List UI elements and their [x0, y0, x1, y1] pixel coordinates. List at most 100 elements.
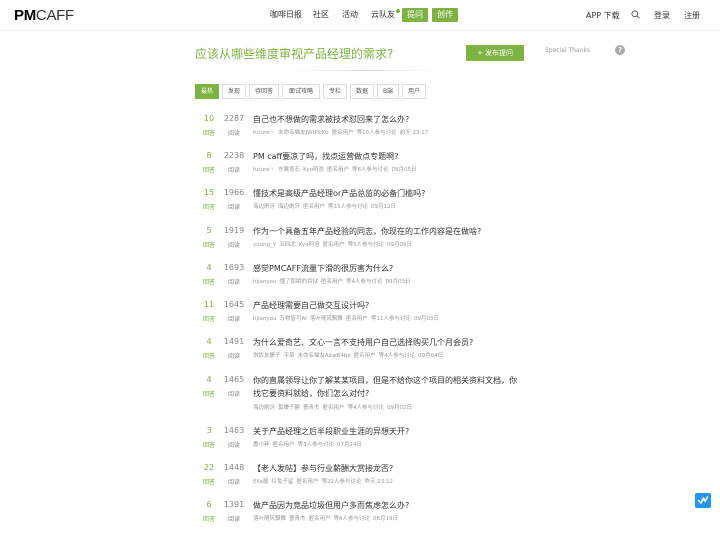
- question-title[interactable]: 感觉PMCAFF流量下滑的很厉害为什么?: [253, 262, 523, 275]
- question-meta: Ella酱 红兔子鲨 匿名用户 等22人参与讨论 昨天 23:12: [253, 477, 396, 485]
- answer-count-label: 回答: [202, 279, 215, 286]
- tab-discover[interactable]: 发现: [222, 84, 246, 99]
- view-count: 1966: [223, 188, 245, 197]
- meta-item: Kyo阿浩: [303, 167, 324, 173]
- meta-item: 未命名猫友JWtPkXb: [278, 130, 329, 136]
- view-count-label: 阅读: [227, 279, 240, 286]
- meta-item: 匿名用户: [331, 130, 354, 136]
- meta-item: 落叶随风飘舞: [309, 316, 343, 322]
- question-title[interactable]: 你的直属领导让你了解某某项目，但是不给你这个项目的相关资料文档，你找它要资料就给…: [253, 374, 523, 400]
- answer-count: 10: [203, 114, 215, 123]
- meta-item: 曹青杰: [303, 405, 320, 411]
- nav-events[interactable]: 活动: [342, 9, 358, 20]
- meta-item: 匿名用户: [353, 353, 376, 359]
- app-download-link[interactable]: APP 下载: [586, 10, 620, 21]
- view-count-label: 阅读: [227, 516, 240, 523]
- view-count-label: 阅读: [227, 130, 240, 137]
- meta-item: 等5人参与讨论: [347, 242, 385, 248]
- meta-item: 海边刷牙: [253, 204, 276, 210]
- answer-count-label: 回答: [202, 130, 215, 137]
- meta-item: 海边刷牙: [278, 204, 301, 210]
- tab-hot[interactable]: 最热: [195, 84, 219, 99]
- meta-item: 09月04日: [418, 353, 444, 359]
- nav-cloud-teammate-label: 云队友: [371, 10, 395, 19]
- answer-count: 4: [206, 337, 212, 346]
- ask-button[interactable]: 提问: [402, 8, 428, 22]
- nav-community[interactable]: 社区: [313, 9, 329, 20]
- meta-item: 等22人参与讨论: [321, 479, 362, 485]
- question-meta: 落叶随风飘舞 曹青杰 匿名用户 等6人参与讨论 08月19日: [253, 514, 401, 522]
- answer-count: 3: [206, 426, 212, 435]
- question-title[interactable]: 产品经理需要自己做交互设计吗?: [253, 299, 523, 312]
- meta-item: 07月24日: [337, 442, 363, 448]
- meta-item: 等8人参与讨论: [351, 167, 389, 173]
- question-title[interactable]: 做产品因为竞品垃圾但用户多而焦虑怎么办?: [253, 499, 523, 512]
- tab-b-side[interactable]: B端: [377, 84, 399, 99]
- meta-item: 匿名用户: [321, 279, 344, 285]
- register-link[interactable]: 注册: [684, 10, 700, 21]
- meta-item: 莫嫌子嗣: [278, 405, 301, 411]
- post-question-button[interactable]: + 发布提问: [466, 45, 524, 61]
- question-meta: 寡小莽 匿名用户 等3人参与讨论 07月24日: [253, 440, 365, 448]
- nav-coffee-daily[interactable]: 咖啡日报: [270, 9, 302, 20]
- title-divider: [290, 70, 440, 71]
- meta-item: 匿名用户: [322, 405, 345, 411]
- view-count-label: 阅读: [227, 242, 240, 249]
- view-count: 2287: [223, 114, 245, 123]
- meta-item: Kyo阿浩: [298, 242, 320, 248]
- meta-item: 09月05日: [391, 167, 417, 173]
- meta-item: 匿名用户: [345, 316, 368, 322]
- top-header: PMCAFF 咖啡日报 社区 活动 云队友 提问 创作 APP 下载 登录 注册: [0, 0, 720, 31]
- meta-item: Ella酱: [253, 479, 269, 485]
- meta-item: 海边刷牙: [253, 405, 276, 411]
- meta-item: 匿名用户: [326, 167, 349, 173]
- search-icon[interactable]: [631, 10, 640, 19]
- question-title[interactable]: 懂技术是高级产品经理or产品总监的必备门槛吗?: [253, 187, 523, 200]
- question-meta: young_Y 五四北 Kyo阿浩 匿名用户 等5人参与讨论 09月09日: [253, 240, 415, 248]
- meta-item: 红兔子鲨: [271, 479, 294, 485]
- nav-cloud-teammate[interactable]: 云队友: [371, 9, 400, 20]
- meta-item: 五四北: [279, 242, 296, 248]
- view-count-label: 阅读: [227, 167, 240, 174]
- meta-item: 匿名用户: [296, 479, 319, 485]
- meta-item: 东篱揽石: [278, 167, 301, 173]
- question-meta: future丶 未命名猫友JWtPkXb 匿名用户 等10人参与讨论 前天 23:17: [253, 128, 431, 136]
- question-title[interactable]: 为什么爱奇艺、文心一言不支持用户自己选择购买几个月会员?: [253, 336, 523, 349]
- question-title[interactable]: 关于产品经理之后半段职业生涯的异想天开?: [253, 425, 523, 438]
- tab-column[interactable]: 专栏: [323, 84, 347, 99]
- meta-item: hjianyou: [253, 316, 277, 322]
- meta-item: 09月12日: [371, 204, 397, 210]
- meta-item: 万物皆可AI: [279, 316, 307, 322]
- question-title[interactable]: 自己也不想做的需求被技术怼回来了怎么办?: [253, 113, 523, 126]
- view-count: 2238: [223, 151, 245, 160]
- answer-count: 15: [203, 188, 215, 197]
- tab-data[interactable]: 数据: [350, 84, 374, 99]
- login-link[interactable]: 登录: [654, 10, 670, 21]
- create-button[interactable]: 创作: [432, 8, 458, 22]
- meta-item: 匿名用户: [308, 516, 331, 522]
- question-title[interactable]: 作为一个具备五年产品经验的同志，你现在的工作内容是在做啥?: [253, 225, 523, 238]
- meta-item: 等4人参与讨论: [378, 353, 416, 359]
- meta-item: 匿名用户: [272, 442, 295, 448]
- view-count-label: 阅读: [227, 391, 240, 398]
- question-meta: 常饭友屠子 平菜 未命名猫友AkwB4be 匿名用户 等4人参与讨论 09月04日: [253, 351, 446, 359]
- meta-item: hjianyou: [253, 279, 277, 285]
- meta-item: 等3人参与讨论: [297, 442, 335, 448]
- meta-item: 前天 23:17: [399, 130, 429, 136]
- view-count: 1919: [223, 226, 245, 235]
- meta-item: 等4人参与讨论: [347, 405, 385, 411]
- tab-unanswered[interactable]: 待回答: [249, 84, 279, 99]
- help-icon[interactable]: ?: [615, 45, 625, 55]
- question-title[interactable]: PM caff要凉了吗，找点运营做点专题啊?: [253, 150, 523, 163]
- question-title[interactable]: 【老人发帖】参与行业薪酬大赏接龙否?: [253, 462, 523, 475]
- meta-item: 09月03日: [413, 316, 439, 322]
- view-count-label: 阅读: [227, 204, 240, 211]
- answer-count-label: 回答: [202, 516, 215, 523]
- answer-count-label: 回答: [202, 479, 215, 486]
- tab-user[interactable]: 用户: [402, 84, 426, 99]
- meta-item: 未命名猫友AkwB4be: [297, 353, 351, 359]
- pmcaff-logo[interactable]: PMCAFF: [14, 7, 74, 24]
- float-action-button[interactable]: [695, 493, 711, 508]
- tab-interview[interactable]: 面试攻略: [282, 84, 320, 99]
- question-meta: hjianyou 万物皆可AI 落叶随风飘舞 匿名用户 等11人参与讨论 09月03日: [253, 314, 442, 322]
